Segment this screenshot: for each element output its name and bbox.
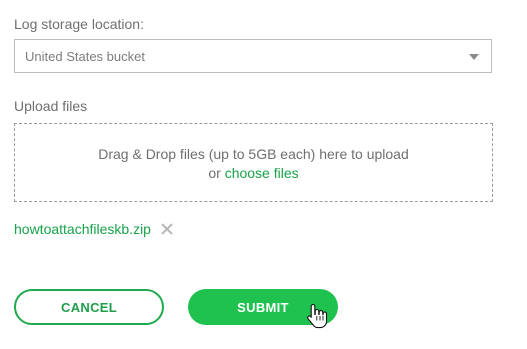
cancel-button[interactable]: CANCEL: [14, 289, 164, 325]
file-dropzone[interactable]: Drag & Drop files (up to 5GB each) here …: [14, 123, 493, 202]
close-icon[interactable]: [160, 222, 174, 236]
hand-pointer-icon: [307, 303, 328, 329]
dropzone-alt-line: or choose files: [15, 165, 492, 181]
storage-location-select[interactable]: United States bucket: [14, 39, 492, 73]
attached-file-item: howtoattachfileskb.zip: [14, 220, 174, 238]
dropzone-instructions: Drag & Drop files (up to 5GB each) here …: [98, 146, 409, 162]
attached-file-name: howtoattachfileskb.zip: [14, 221, 151, 237]
storage-location-value: United States bucket: [25, 49, 145, 64]
chevron-down-icon[interactable]: [469, 54, 479, 60]
upload-files-label: Upload files: [14, 98, 88, 114]
choose-files-link[interactable]: choose files: [225, 165, 299, 181]
storage-location-label: Log storage location:: [14, 16, 144, 32]
dropzone-or-text: or: [208, 165, 221, 181]
